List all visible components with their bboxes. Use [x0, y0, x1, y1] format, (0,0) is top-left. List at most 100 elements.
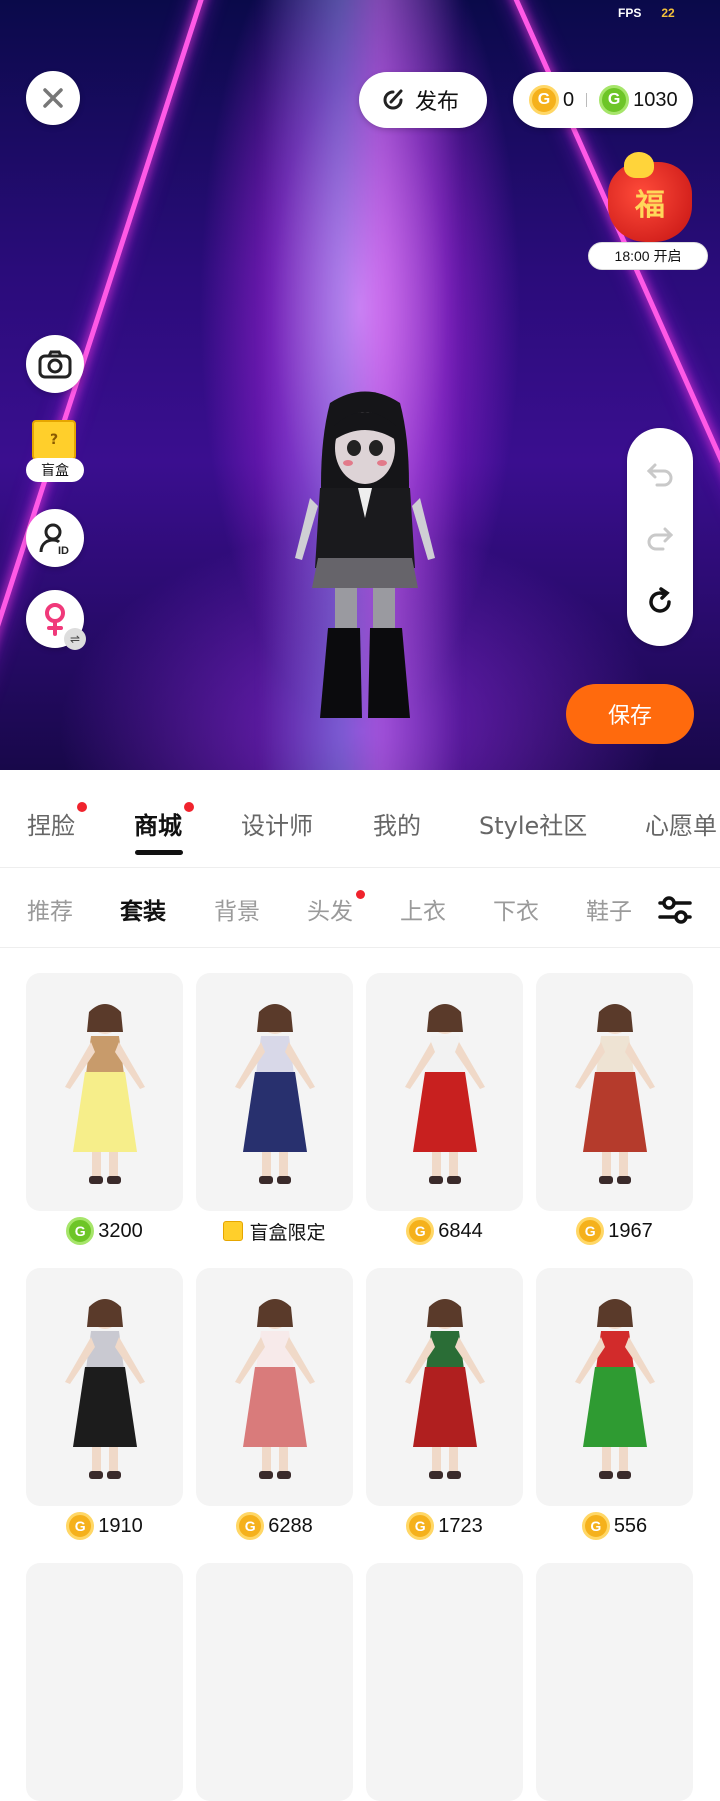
gold-coin-icon: G	[529, 85, 559, 115]
save-button[interactable]: 保存	[566, 684, 694, 744]
blind-box-icon	[223, 1221, 244, 1241]
history-panel	[627, 428, 693, 646]
currency-bar[interactable]: G 0 G 1030	[513, 72, 693, 128]
outfit-card[interactable]: G 3200	[26, 973, 183, 1251]
outfit-card[interactable]: G 1910	[26, 1268, 183, 1546]
subtab-label: 下衣	[493, 899, 539, 925]
subtab-label: 鞋子	[586, 899, 632, 925]
tab-shop[interactable]: 商城	[134, 802, 194, 841]
reset-button[interactable]	[644, 586, 676, 618]
notification-dot	[184, 802, 194, 812]
subtab-hair[interactable]: 头发	[307, 890, 365, 926]
camera-button[interactable]	[26, 335, 84, 393]
outfit-card[interactable]: G 1723	[366, 1268, 523, 1546]
tab-wishlist-label: 心愿单	[645, 812, 717, 840]
filter-button[interactable]	[650, 888, 700, 932]
outfit-price: G 1723	[366, 1506, 523, 1546]
outfit-figure-image	[404, 1004, 485, 1184]
outfit-card[interactable]: G 556	[536, 1268, 693, 1546]
tab-face[interactable]: 捏脸	[27, 802, 87, 841]
outfit-thumbnail[interactable]	[26, 973, 183, 1211]
outfit-price: G 6844	[366, 1211, 523, 1251]
tab-wishlist[interactable]: 心愿单	[645, 806, 717, 841]
undo-icon	[646, 463, 673, 487]
outfit-price: G 3200	[26, 1211, 183, 1251]
close-icon	[43, 88, 63, 108]
main-tab-bar: 捏脸 商城 设计师 我的 Style社区 心愿单	[0, 770, 720, 868]
outfit-price: G 1967	[536, 1211, 693, 1251]
outfit-thumbnail[interactable]	[536, 1563, 693, 1801]
lucky-bag-event[interactable]: 福 18:00 开启	[588, 150, 708, 270]
blind-box-label: 盲盒	[26, 458, 84, 482]
outfit-card[interactable]	[366, 1563, 523, 1801]
subtab-bottom[interactable]: 下衣	[493, 892, 539, 926]
outfit-thumbnail[interactable]	[536, 973, 693, 1211]
subtab-background[interactable]: 背景	[214, 892, 260, 926]
subtab-outfit-set[interactable]: 套装	[120, 892, 166, 926]
blind-box-button[interactable]: ? 盲盒	[26, 420, 86, 486]
outfit-price: G 1910	[26, 1506, 183, 1546]
outfit-figure-image	[574, 1299, 655, 1479]
outfit-thumbnail[interactable]	[536, 1268, 693, 1506]
female-icon	[45, 603, 65, 636]
subtab-recommend[interactable]: 推荐	[27, 892, 73, 926]
gold-coin-icon: G	[581, 1512, 610, 1540]
swap-icon: ⇌	[64, 628, 86, 650]
outfit-price: G 6288	[196, 1506, 353, 1546]
green-coin-icon: G	[599, 85, 630, 115]
outfit-thumbnail[interactable]	[366, 973, 523, 1211]
outfit-card[interactable]: G 6844	[366, 973, 523, 1251]
price-value: 盲盒限定	[249, 1221, 326, 1244]
price-value: 1910	[98, 1514, 143, 1537]
reset-icon	[649, 587, 671, 613]
user-id-icon: ID	[39, 523, 69, 555]
gold-coin-icon: G	[66, 1512, 95, 1540]
tab-style-community-label: Style社区	[479, 812, 588, 840]
outfit-card[interactable]: G 1967	[536, 973, 693, 1251]
outfit-figure-image	[64, 1004, 145, 1184]
active-tab-indicator	[135, 850, 183, 855]
outfit-thumbnail[interactable]	[366, 1268, 523, 1506]
outfit-card[interactable]	[196, 1563, 353, 1801]
outfit-thumbnail[interactable]	[196, 1563, 353, 1801]
subtab-top[interactable]: 上衣	[400, 892, 446, 926]
notification-dot	[77, 802, 87, 812]
outfit-thumbnail[interactable]	[366, 1563, 523, 1801]
price-value: 6844	[438, 1219, 483, 1242]
subtab-shoes[interactable]: 鞋子	[586, 892, 632, 926]
outfit-thumbnail[interactable]	[196, 1268, 353, 1506]
price-value: 3200	[98, 1219, 143, 1242]
outfit-thumbnail[interactable]	[26, 1563, 183, 1801]
price-value: 1967	[608, 1219, 653, 1242]
gold-coin-icon: G	[576, 1217, 605, 1245]
outfit-card[interactable]	[536, 1563, 693, 1801]
avatar-stage: FPS 22 发布 G 0 G 1030 福 18:00 开启 ? 盲盒 ID ⇌	[0, 0, 720, 770]
gold-coin-icon: G	[236, 1512, 265, 1540]
outfit-figure-image	[574, 1004, 655, 1184]
tab-designer[interactable]: 设计师	[241, 806, 313, 841]
outfit-price: G 556	[536, 1506, 693, 1546]
camera-icon	[38, 350, 72, 379]
redo-button[interactable]	[644, 522, 676, 554]
avatar-id-button[interactable]: ID	[26, 509, 84, 567]
publish-button[interactable]: 发布	[359, 72, 487, 128]
outfit-figure-image	[234, 1299, 315, 1479]
gender-switch-button[interactable]: ⇌	[26, 590, 86, 650]
avatar-character	[295, 391, 435, 718]
outfit-thumbnail[interactable]	[196, 973, 353, 1211]
green-balance: 1030	[633, 88, 678, 111]
subtab-label: 推荐	[27, 899, 73, 925]
redo-icon	[647, 527, 674, 551]
outfit-card[interactable]: G 6288	[196, 1268, 353, 1546]
green-coin-icon: G	[66, 1217, 95, 1245]
outfit-card[interactable]	[26, 1563, 183, 1801]
tab-style-community[interactable]: Style社区	[479, 806, 587, 841]
subtab-label: 头发	[307, 899, 353, 925]
tab-mine[interactable]: 我的	[373, 806, 421, 841]
currency-divider	[586, 93, 588, 107]
outfit-card[interactable]: 盲盒限定	[196, 973, 353, 1251]
undo-button[interactable]	[644, 458, 676, 490]
gold-coin-icon: G	[406, 1217, 435, 1245]
close-button[interactable]	[26, 71, 80, 125]
outfit-thumbnail[interactable]	[26, 1268, 183, 1506]
